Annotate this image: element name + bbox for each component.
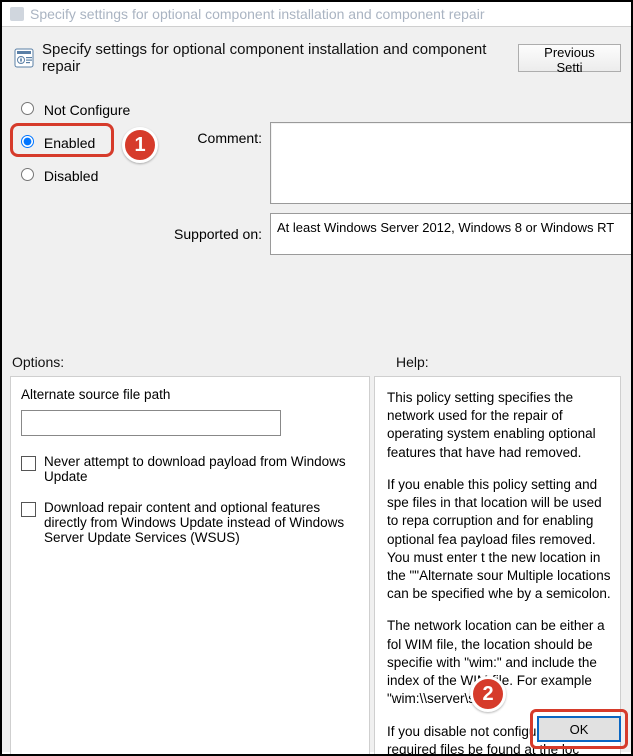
- ok-button[interactable]: OK: [537, 716, 621, 742]
- direct-wu-row: Download repair content and optional fea…: [21, 500, 359, 545]
- alt-source-input[interactable]: [21, 410, 281, 436]
- parent-window-title: Specify settings for optional component …: [2, 2, 631, 26]
- radio-disabled-label: Disabled: [44, 168, 98, 184]
- ghost-title-icon: [10, 7, 24, 21]
- annotation-callout-1: 1: [122, 127, 158, 163]
- options-section-label: Options:: [12, 354, 396, 370]
- comment-label: Comment:: [162, 122, 262, 146]
- parent-title-text: Specify settings for optional component …: [30, 6, 485, 22]
- never-wu-checkbox[interactable]: [21, 456, 36, 471]
- radio-not-configured-label: Not Configure: [44, 102, 130, 118]
- dialog-header: Specify settings for optional component …: [2, 27, 631, 85]
- help-paragraph: This policy setting specifies the networ…: [387, 389, 612, 462]
- direct-wu-label: Download repair content and optional fea…: [44, 500, 359, 545]
- direct-wu-checkbox[interactable]: [21, 502, 36, 517]
- section-labels: Options: Help:: [2, 354, 631, 370]
- policy-dialog: Specify settings for optional component …: [2, 26, 631, 752]
- dialog-title: Specify settings for optional component …: [42, 41, 510, 75]
- alt-source-label: Alternate source file path: [21, 387, 359, 402]
- supported-value: At least Windows Server 2012, Windows 8 …: [270, 213, 633, 255]
- never-wu-label: Never attempt to download payload from W…: [44, 454, 359, 484]
- radio-disabled-input[interactable]: [21, 168, 34, 181]
- annotation-highlight-enabled: [10, 123, 114, 157]
- comment-row: Comment:: [162, 122, 633, 204]
- radio-not-configured[interactable]: Not Configure: [16, 99, 621, 118]
- options-pane: Alternate source file path Never attempt…: [10, 376, 370, 756]
- help-section-label: Help:: [396, 354, 429, 370]
- annotation-callout-2: 2: [470, 676, 506, 712]
- comment-textarea[interactable]: [270, 122, 633, 204]
- supported-label: Supported on:: [162, 226, 262, 242]
- radio-not-configured-input[interactable]: [21, 102, 34, 115]
- previous-settings-button[interactable]: Previous Setti: [518, 44, 621, 72]
- policy-icon: [14, 48, 34, 68]
- help-paragraph: If you enable this policy setting and sp…: [387, 476, 612, 604]
- panes: Alternate source file path Never attempt…: [2, 370, 631, 756]
- never-wu-row: Never attempt to download payload from W…: [21, 454, 359, 484]
- button-bar: OK: [537, 716, 621, 742]
- supported-row: Supported on: At least Windows Server 20…: [162, 213, 633, 255]
